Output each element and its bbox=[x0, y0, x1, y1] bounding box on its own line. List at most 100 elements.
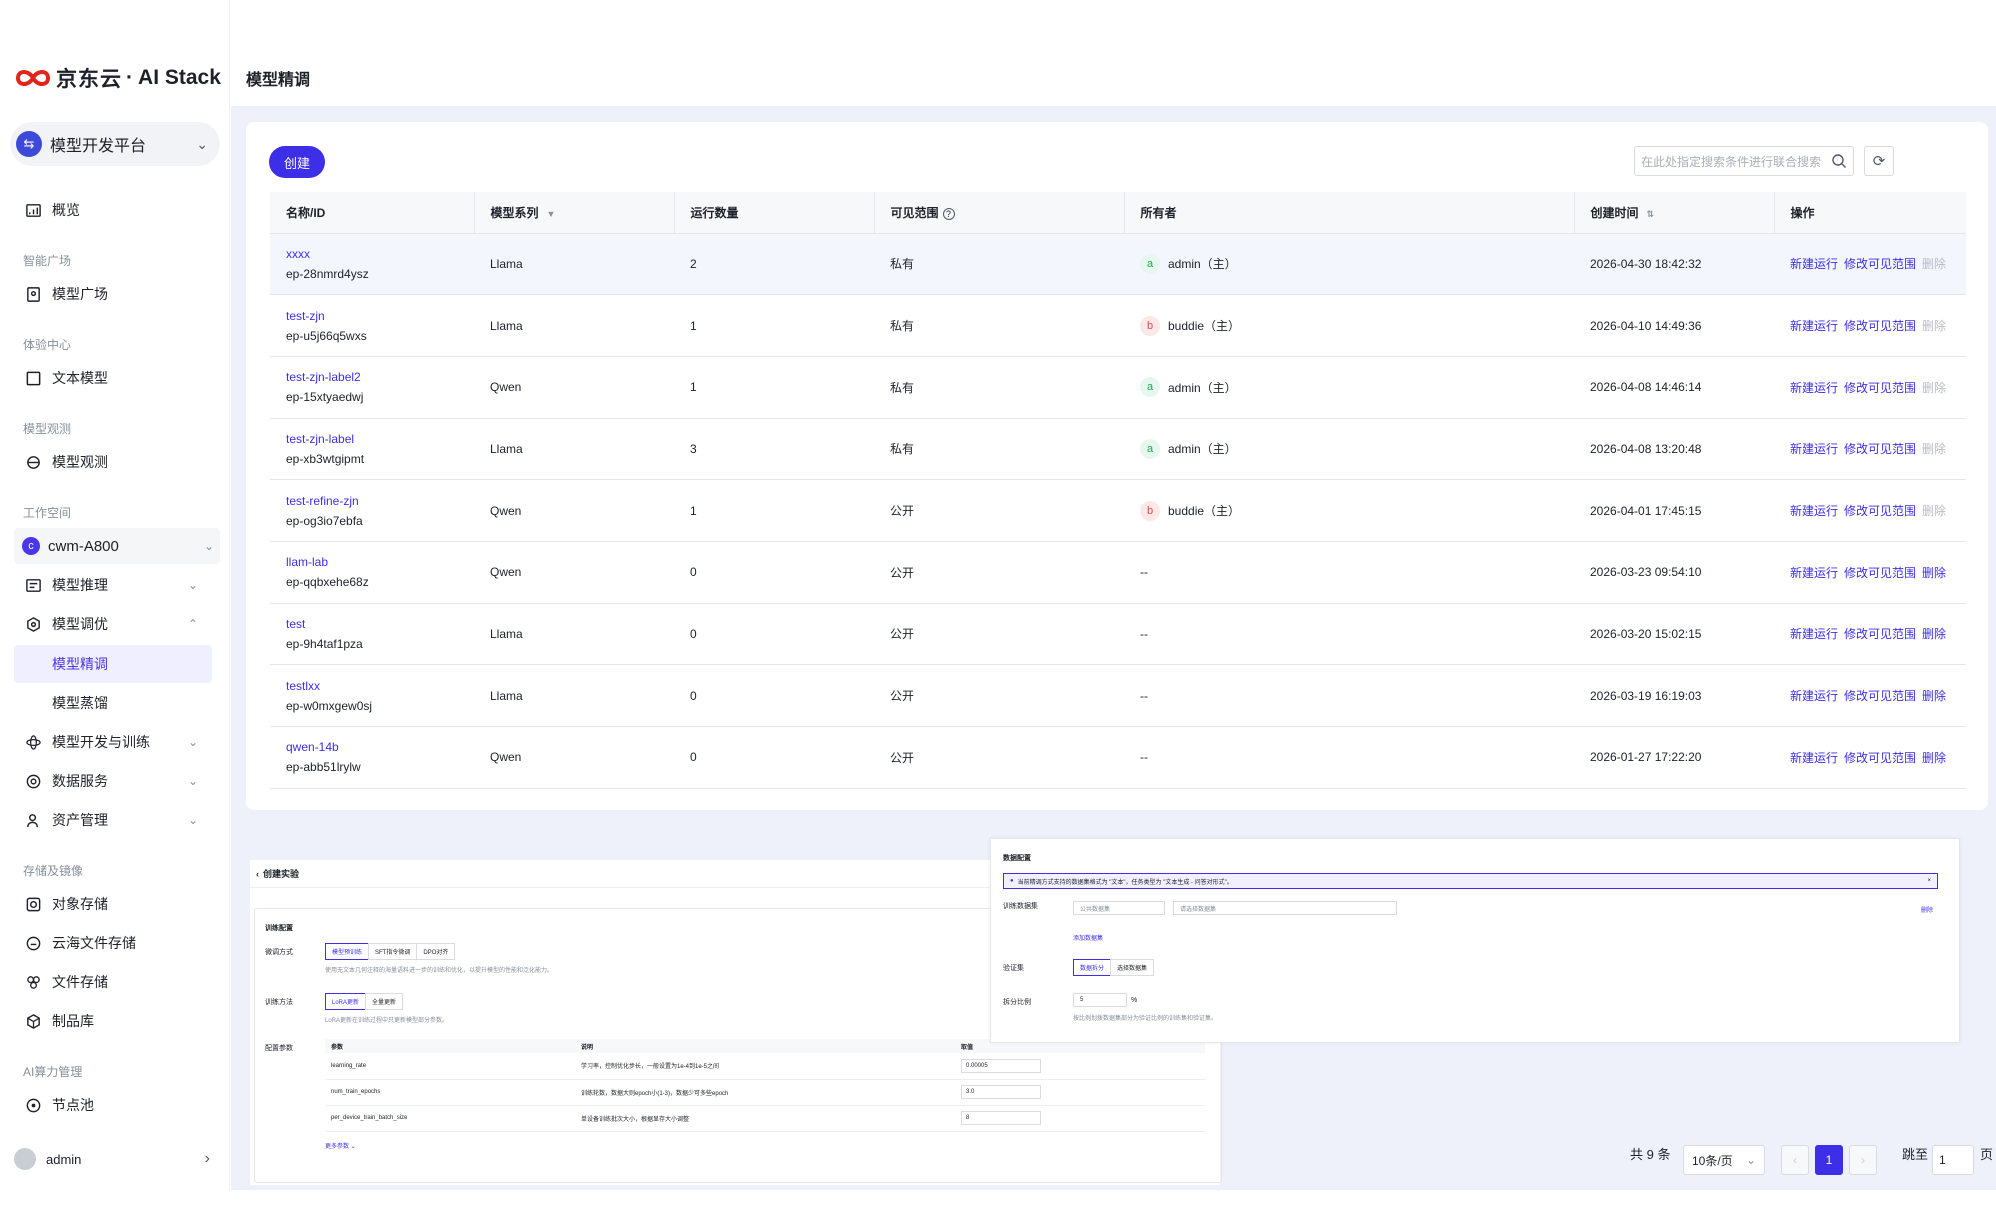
new-run-link[interactable]: 新建运行 bbox=[1790, 689, 1838, 703]
sidebar-item-file-storage[interactable]: 文件存储 bbox=[14, 964, 212, 1000]
edit-scope-link[interactable]: 修改可见范围 bbox=[1844, 257, 1916, 271]
create-button[interactable]: 创建 bbox=[269, 146, 325, 178]
delete-link[interactable]: 删除 bbox=[1922, 257, 1946, 271]
sidebar-item-asset-mgmt[interactable]: 资产管理 ⌄ bbox=[14, 802, 212, 838]
param-input[interactable]: 8 bbox=[961, 1111, 1041, 1125]
param-input[interactable]: 3.0 bbox=[961, 1085, 1041, 1099]
edit-scope-link[interactable]: 修改可见范围 bbox=[1844, 504, 1916, 518]
delete-link[interactable]: 删除 bbox=[1922, 566, 1946, 580]
sidebar-item-overview[interactable]: 概览 bbox=[14, 192, 212, 228]
delete-link[interactable]: 删除 bbox=[1922, 627, 1946, 641]
edit-scope-link[interactable]: 修改可见范围 bbox=[1844, 319, 1916, 333]
endpoint-name-link[interactable]: test-zjn-label bbox=[286, 432, 474, 446]
sidebar-item-artifact-repo[interactable]: 制品库 bbox=[14, 1003, 212, 1039]
sidebar-item-dev-train[interactable]: 模型开发与训练 ⌄ bbox=[14, 724, 212, 760]
edit-scope-link[interactable]: 修改可见范围 bbox=[1844, 689, 1916, 703]
delete-link[interactable]: 删除 bbox=[1922, 689, 1946, 703]
method-segment[interactable]: 模型预训练 SFT指令微调 DPO对齐 bbox=[325, 943, 456, 960]
new-run-link[interactable]: 新建运行 bbox=[1790, 566, 1838, 580]
endpoint-name-link[interactable]: xxxx bbox=[286, 247, 474, 261]
sidebar-item-object-storage[interactable]: 对象存储 bbox=[14, 886, 212, 922]
search-input[interactable]: 在此处指定搜索条件进行联合搜索 bbox=[1634, 146, 1854, 176]
table-row[interactable]: test-zjn ep-u5j66q5wxs Llama 1 私有 b buddie（主） 2… bbox=[270, 294, 1966, 357]
table-row[interactable]: testlxx ep-w0mxgew0sj Llama 0 公开 -- 2026-03-19… bbox=[270, 664, 1966, 727]
brand-logo[interactable]: 京东云 · AI Stack bbox=[14, 63, 221, 93]
new-run-link[interactable]: 新建运行 bbox=[1790, 627, 1838, 641]
search-icon[interactable] bbox=[1831, 153, 1847, 169]
table-row[interactable]: llam-lab ep-qqbxehe68z Qwen 0 公开 -- 2026-03-23… bbox=[270, 541, 1966, 604]
table-row[interactable]: test-zjn-label2 ep-15xtyaedwj Qwen 1 私有 a admi… bbox=[270, 356, 1966, 419]
train-option[interactable]: LoRA更新 bbox=[325, 993, 367, 1010]
validation-segment[interactable]: 数据拆分 选择数据集 bbox=[1073, 959, 1155, 976]
delete-link[interactable]: 删除 bbox=[1922, 442, 1946, 456]
new-run-link[interactable]: 新建运行 bbox=[1790, 319, 1838, 333]
table-row[interactable]: qwen-14b ep-abb51lrylw Qwen 0 公开 -- 2026-01-27… bbox=[270, 726, 1966, 789]
new-run-link[interactable]: 新建运行 bbox=[1790, 381, 1838, 395]
delete-link[interactable]: 删除 bbox=[1922, 319, 1946, 333]
sidebar-item-distill[interactable]: 模型蒸馏 bbox=[14, 684, 212, 722]
help-icon[interactable]: ? bbox=[942, 207, 955, 220]
sidebar-item-model-plaza[interactable]: 模型广场 bbox=[14, 276, 212, 312]
new-run-link[interactable]: 新建运行 bbox=[1790, 257, 1838, 271]
delete-dataset-link[interactable]: 删除 bbox=[1921, 905, 1933, 914]
workspace-selector[interactable]: c cwm-A800 ⌄ bbox=[14, 528, 220, 564]
validation-option[interactable]: 选择数据集 bbox=[1110, 959, 1155, 976]
table-row[interactable]: xxxx ep-28nmrd4ysz Llama 2 私有 a admin（主） 2026-0… bbox=[270, 233, 1966, 296]
dataset-type-select[interactable]: 公共数据集 bbox=[1073, 901, 1165, 915]
method-option[interactable]: DPO对齐 bbox=[416, 943, 456, 960]
page-1-button[interactable]: 1 bbox=[1815, 1145, 1843, 1175]
new-run-link[interactable]: 新建运行 bbox=[1790, 504, 1838, 518]
jump-input[interactable]: 1 bbox=[1932, 1145, 1974, 1175]
endpoint-name-link[interactable]: qwen-14b bbox=[286, 740, 474, 754]
sort-icon[interactable]: ⇅ bbox=[1647, 209, 1655, 219]
method-option[interactable]: 模型预训练 bbox=[325, 943, 370, 960]
sidebar-item-fine-tune[interactable]: 模型精调 bbox=[14, 645, 212, 683]
edit-scope-link[interactable]: 修改可见范围 bbox=[1844, 627, 1916, 641]
user-menu[interactable]: admin › bbox=[0, 1128, 230, 1190]
col-created[interactable]: 创建时间 ⇅ bbox=[1574, 192, 1775, 234]
delete-link[interactable]: 删除 bbox=[1922, 751, 1946, 765]
add-dataset-link[interactable]: 添加数据集 bbox=[1073, 933, 1103, 942]
sidebar-item-model-tune[interactable]: 模型调优 ⌃ bbox=[14, 606, 212, 642]
endpoint-name-link[interactable]: test-zjn-label2 bbox=[286, 370, 474, 384]
sidebar-item-text-model[interactable]: 文本模型 bbox=[14, 360, 212, 396]
more-params-link[interactable]: 更多参数 ⌄ bbox=[325, 1141, 356, 1150]
edit-scope-link[interactable]: 修改可见范围 bbox=[1844, 442, 1916, 456]
sidebar-item-node-pool[interactable]: 节点池 bbox=[14, 1087, 212, 1123]
table-row[interactable]: test-zjn-label ep-xb3wtgipmt Llama 3 私有 a admi… bbox=[270, 418, 1966, 481]
method-option[interactable]: SFT指令微调 bbox=[368, 943, 418, 960]
table-row[interactable]: test ep-9h4taf1pza Llama 0 公开 -- 2026-03-20 15… bbox=[270, 603, 1966, 666]
col-series[interactable]: 模型系列 ▼ bbox=[474, 192, 675, 234]
endpoint-name-link[interactable]: testlxx bbox=[286, 679, 474, 693]
endpoint-name-link[interactable]: test-zjn bbox=[286, 309, 474, 323]
page-size-select[interactable]: 10条/页 ⌄ bbox=[1683, 1145, 1765, 1175]
close-icon[interactable]: × bbox=[1927, 878, 1931, 884]
refresh-button[interactable]: ⟳ bbox=[1864, 146, 1894, 176]
edit-scope-link[interactable]: 修改可见范围 bbox=[1844, 751, 1916, 765]
sidebar-item-model-obs[interactable]: 模型观测 bbox=[14, 444, 212, 480]
train-segment[interactable]: LoRA更新 全量更新 bbox=[325, 993, 404, 1010]
next-page-button[interactable]: › bbox=[1849, 1145, 1877, 1175]
new-run-link[interactable]: 新建运行 bbox=[1790, 442, 1838, 456]
sidebar-item-model-infer[interactable]: 模型推理 ⌄ bbox=[14, 567, 212, 603]
table-row[interactable]: test-refine-zjn ep-og3io7ebfa Qwen 1 公开 b budd… bbox=[270, 479, 1966, 542]
edit-scope-link[interactable]: 修改可见范围 bbox=[1844, 381, 1916, 395]
prev-page-button[interactable]: ‹ bbox=[1781, 1145, 1809, 1175]
endpoint-name-link[interactable]: test bbox=[286, 617, 474, 631]
train-option[interactable]: 全量更新 bbox=[365, 993, 404, 1010]
filter-icon[interactable]: ▼ bbox=[547, 209, 556, 219]
param-input[interactable]: 0.00005 bbox=[961, 1058, 1041, 1073]
validation-option[interactable]: 数据拆分 bbox=[1073, 959, 1112, 976]
dataset-select[interactable]: 请选择数据集 bbox=[1173, 901, 1397, 915]
endpoint-name-link[interactable]: llam-lab bbox=[286, 555, 474, 569]
split-input[interactable]: 5 bbox=[1073, 993, 1127, 1007]
delete-link[interactable]: 删除 bbox=[1922, 381, 1946, 395]
sidebar-item-data-service[interactable]: 数据服务 ⌄ bbox=[14, 763, 212, 799]
delete-link[interactable]: 删除 bbox=[1922, 504, 1946, 518]
new-run-link[interactable]: 新建运行 bbox=[1790, 751, 1838, 765]
chevron-left-icon[interactable]: ‹ bbox=[256, 869, 259, 879]
edit-scope-link[interactable]: 修改可见范围 bbox=[1844, 566, 1916, 580]
sidebar-item-cloud-file[interactable]: 云海文件存储 bbox=[14, 925, 212, 961]
platform-switcher[interactable]: ⇆ 模型开发平台 ⌄ bbox=[10, 122, 220, 166]
endpoint-name-link[interactable]: test-refine-zjn bbox=[286, 494, 474, 508]
